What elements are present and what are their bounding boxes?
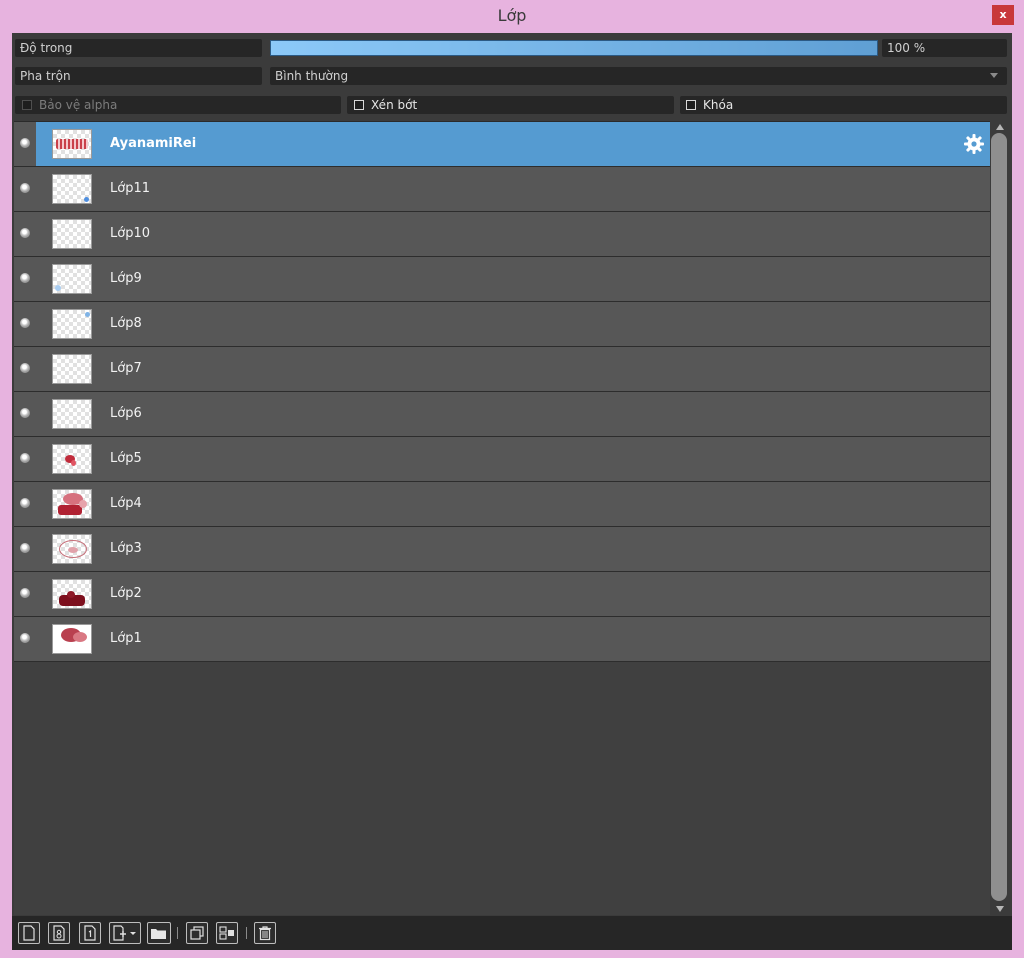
- duplicate-layer-button[interactable]: [186, 922, 208, 944]
- new-1bit-layer-button[interactable]: [79, 922, 101, 944]
- layer-row[interactable]: Lớp4: [14, 482, 990, 527]
- delete-layer-button[interactable]: [254, 922, 276, 944]
- layer-row[interactable]: Lớp7: [14, 347, 990, 392]
- layer-thumbnail: [52, 309, 92, 339]
- trash-icon: [259, 926, 271, 941]
- window-title: Lớp: [497, 6, 527, 25]
- lock-checkbox[interactable]: [686, 100, 696, 110]
- layer-row[interactable]: Lớp9: [14, 257, 990, 302]
- visibility-icon[interactable]: [20, 588, 30, 598]
- visibility-icon[interactable]: [20, 273, 30, 283]
- visibility-icon[interactable]: [20, 543, 30, 553]
- blend-label: Pha trộn: [15, 67, 262, 85]
- visibility-icon[interactable]: [20, 363, 30, 373]
- layer-name: Lớp10: [110, 226, 150, 241]
- gear-icon[interactable]: [963, 133, 985, 155]
- layer-name: Lớp1: [110, 631, 142, 646]
- layer-thumbnail: [52, 534, 92, 564]
- new-8bit-layer-icon: [53, 925, 65, 941]
- layers-panel: Độ trong 100 % Pha trộn Bình thường Bảo …: [12, 33, 1012, 950]
- opacity-label: Độ trong: [15, 39, 262, 57]
- scroll-down-icon[interactable]: [996, 906, 1004, 912]
- protect-alpha-label: Bảo vệ alpha: [39, 98, 118, 112]
- layer-name: Lớp8: [110, 316, 142, 331]
- layer-name: Lớp5: [110, 451, 142, 466]
- visibility-icon[interactable]: [20, 633, 30, 643]
- layer-thumbnail: [52, 129, 92, 159]
- visibility-icon[interactable]: [20, 183, 30, 193]
- layer-thumbnail: [52, 399, 92, 429]
- layer-row[interactable]: Lớp1: [14, 617, 990, 662]
- layer-thumbnail: [52, 174, 92, 204]
- new-1bit-layer-icon: [84, 925, 96, 941]
- lock-label: Khóa: [703, 98, 734, 112]
- layer-name: Lớp9: [110, 271, 142, 286]
- chevron-down-icon[interactable]: [990, 73, 998, 78]
- visibility-icon[interactable]: [20, 498, 30, 508]
- visibility-icon[interactable]: [20, 228, 30, 238]
- layer-list[interactable]: AyanamiRei Lớp11 Lớp10 Lớp9 Lớp8 Lớp7 Lớ…: [14, 121, 990, 915]
- visibility-icon[interactable]: [20, 318, 30, 328]
- layer-thumbnail: [52, 264, 92, 294]
- layer-row[interactable]: Lớp10: [14, 212, 990, 257]
- layer-name: Lớp2: [110, 586, 142, 601]
- new-layer-button[interactable]: [18, 922, 40, 944]
- clip-label: Xén bớt: [371, 98, 418, 112]
- layer-thumbnail: [52, 444, 92, 474]
- visibility-icon[interactable]: [20, 408, 30, 418]
- layer-row[interactable]: Lớp11: [14, 167, 990, 212]
- layer-row[interactable]: Lớp3: [14, 527, 990, 572]
- opacity-slider[interactable]: [270, 40, 878, 56]
- layer-name: AyanamiRei: [110, 136, 197, 151]
- merge-icon: [219, 926, 234, 940]
- layer-thumbnail: [52, 579, 92, 609]
- add-layer-dropdown-icon: [113, 925, 136, 941]
- visibility-icon[interactable]: [20, 453, 30, 463]
- scroll-up-icon[interactable]: [996, 124, 1004, 130]
- layer-name: Lớp4: [110, 496, 142, 511]
- layer-thumbnail: [52, 489, 92, 519]
- layer-thumbnail: [52, 624, 92, 654]
- layer-row-ayanamirei[interactable]: AyanamiRei: [14, 122, 990, 167]
- layer-name: Lớp3: [110, 541, 142, 556]
- close-button[interactable]: x: [992, 5, 1014, 25]
- layer-row[interactable]: Lớp5: [14, 437, 990, 482]
- new-8bit-layer-button[interactable]: [48, 922, 70, 944]
- opacity-value[interactable]: 100 %: [882, 39, 1007, 57]
- add-layer-dropdown-button[interactable]: [109, 922, 141, 944]
- merge-layer-button[interactable]: [216, 922, 238, 944]
- title-bar: Lớp x: [0, 0, 1024, 32]
- clip-checkbox[interactable]: [354, 100, 364, 110]
- new-layer-icon: [23, 925, 35, 941]
- blend-mode-select[interactable]: Bình thường: [270, 67, 1007, 85]
- layer-name: Lớp7: [110, 361, 142, 376]
- scrollbar-thumb[interactable]: [991, 133, 1007, 901]
- folder-icon: [151, 929, 166, 939]
- duplicate-icon: [190, 926, 204, 940]
- layer-thumbnail: [52, 354, 92, 384]
- protect-alpha-checkbox: [22, 100, 32, 110]
- layer-row[interactable]: Lớp8: [14, 302, 990, 347]
- layer-thumbnail: [52, 219, 92, 249]
- layer-row[interactable]: Lớp2: [14, 572, 990, 617]
- layer-name: Lớp11: [110, 181, 150, 196]
- layer-name: Lớp6: [110, 406, 142, 421]
- layer-toolbar: [12, 916, 1012, 950]
- layer-row[interactable]: Lớp6: [14, 392, 990, 437]
- new-folder-button[interactable]: [147, 922, 171, 944]
- visibility-icon[interactable]: [20, 138, 30, 148]
